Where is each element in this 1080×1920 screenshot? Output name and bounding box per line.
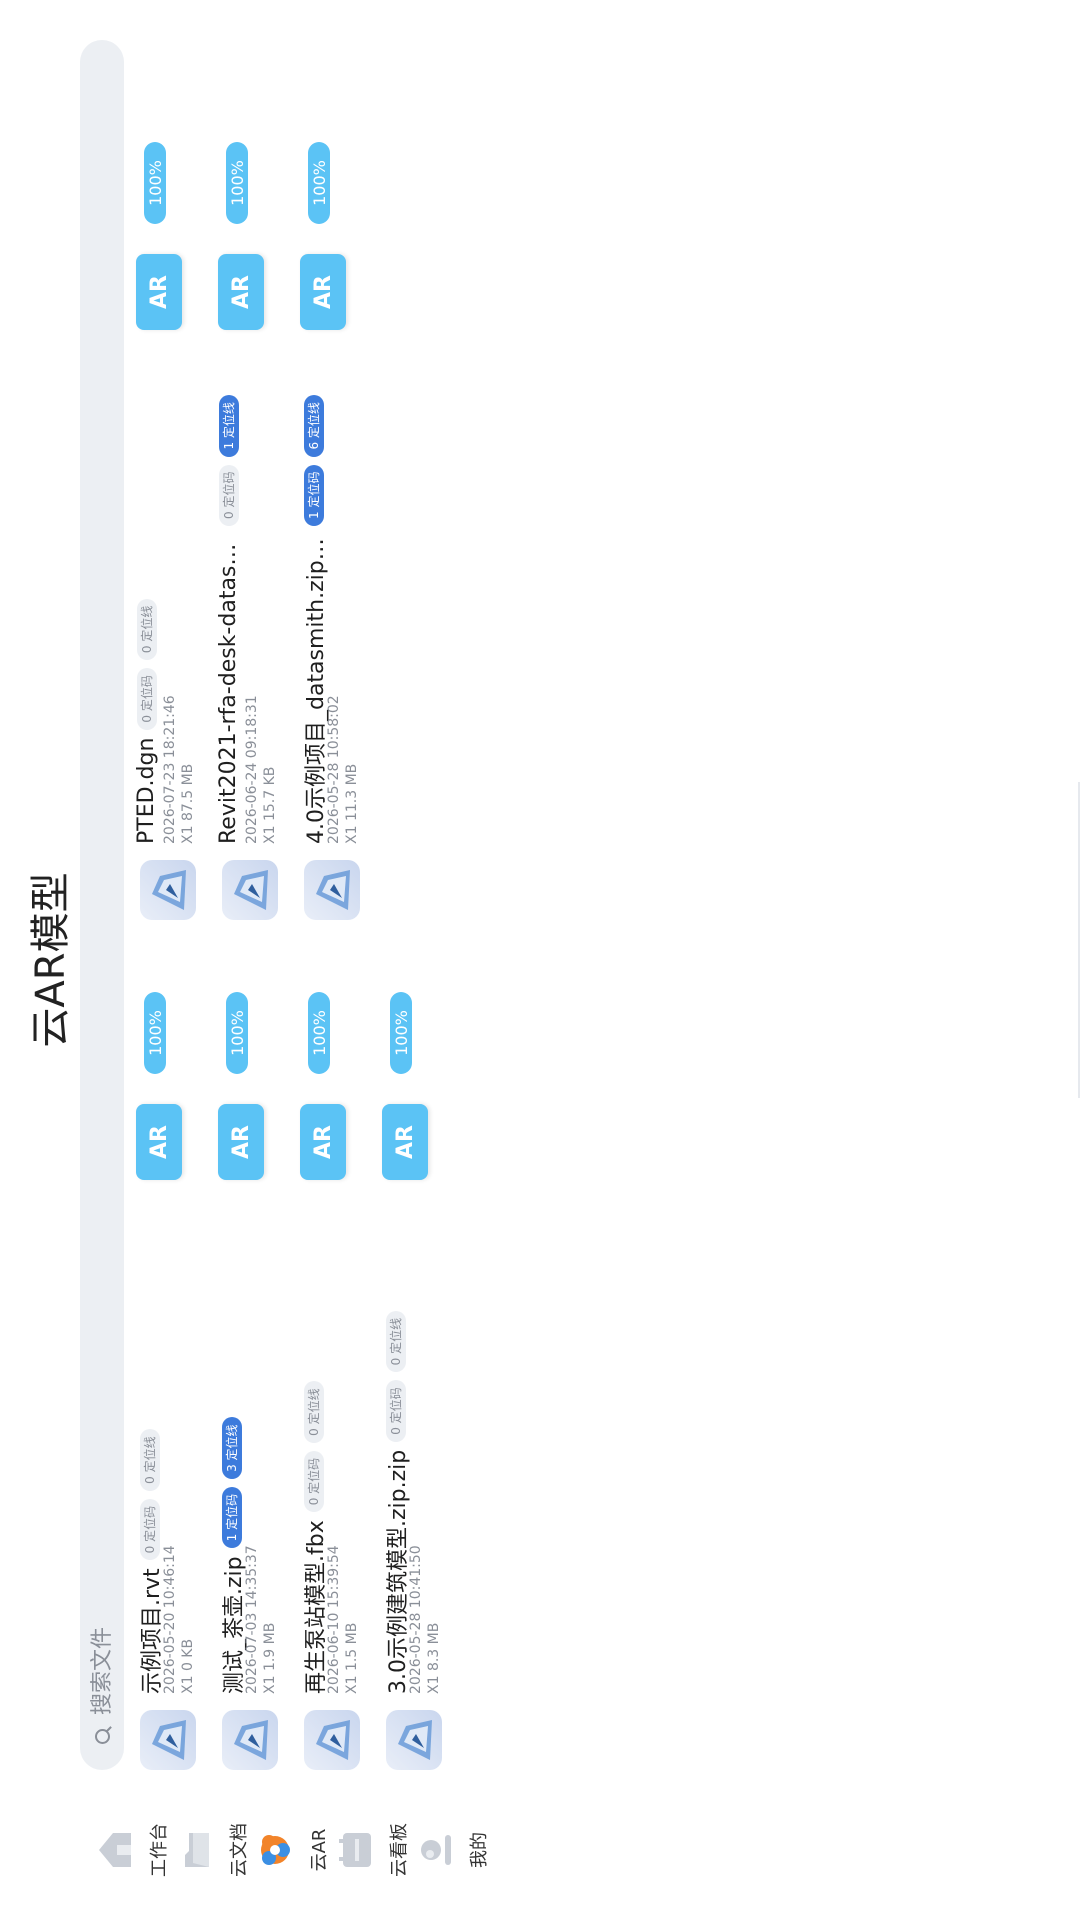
home-icon xyxy=(95,1827,135,1873)
file-size: X1 87.5 MB xyxy=(180,763,196,844)
folder-icon xyxy=(175,1827,215,1873)
location-code-badge: 1 定位码 xyxy=(222,1486,242,1549)
file-name: PTED.dgn xyxy=(134,737,159,844)
nav-label: 云看板 xyxy=(389,1823,410,1877)
location-code-badge: 0 定位码 xyxy=(136,668,157,730)
file-size: X1 1.9 MB xyxy=(262,1622,278,1694)
progress-badge: 100% xyxy=(226,992,248,1074)
ar-button[interactable]: AR xyxy=(136,254,182,330)
nav-label: 工作台 xyxy=(149,1823,170,1877)
file-row[interactable]: 测试_茶壶.zip 1 定位码 3 定位线 2026-07-03 14:35:3… xyxy=(212,950,282,1770)
location-code-badge: 0 定位码 xyxy=(218,464,239,526)
page-title: 云AR模型 xyxy=(28,872,74,1048)
model-thumbnail xyxy=(222,1710,278,1770)
location-line-badge: 0 定位线 xyxy=(140,1429,160,1491)
nav-item-workbench[interactable]: 工作台 xyxy=(95,1810,171,1890)
file-size: X1 15.7 KB xyxy=(262,766,278,844)
app-screen: 云AR模型 示例项目.rvt 0 定位码 0 定位线 2026-05-20 10… xyxy=(0,0,1080,1920)
location-line-badge: 0 定位线 xyxy=(136,598,157,661)
file-date: 2026-07-03 14:35:37 xyxy=(244,1545,260,1694)
progress-badge: 100% xyxy=(390,992,412,1074)
file-row[interactable]: 示例项目.rvt 0 定位码 0 定位线 2026-05-20 10:46:14… xyxy=(130,950,200,1770)
location-code-badge: 1 定位码 xyxy=(304,464,324,526)
nav-label: 云AR xyxy=(309,1828,330,1872)
location-code-badge: 0 定位码 xyxy=(304,1450,324,1513)
model-thumbnail xyxy=(140,1710,196,1770)
ar-button[interactable]: AR xyxy=(382,1104,428,1180)
model-thumbnail xyxy=(304,860,360,920)
model-thumbnail xyxy=(140,860,196,920)
nav-item-cloud-docs[interactable]: 云文档 xyxy=(175,1810,251,1890)
model-thumbnail xyxy=(386,1710,442,1770)
ar-button[interactable]: AR xyxy=(300,254,346,330)
search-input[interactable] xyxy=(88,1313,116,1717)
file-row[interactable]: 再生泵站模型.fbx 0 定位码 0 定位线 2026-06-10 15:39:… xyxy=(294,950,364,1770)
location-line-badge: 1 定位线 xyxy=(218,395,239,457)
profile-icon xyxy=(415,1827,455,1873)
progress-badge: 100% xyxy=(144,142,166,224)
progress-badge: 100% xyxy=(308,992,330,1074)
location-line-badge: 3 定位线 xyxy=(222,1417,242,1479)
location-line-badge: 0 定位线 xyxy=(386,1310,406,1373)
file-date: 2026-05-28 10:58:02 xyxy=(326,695,342,844)
ar-button[interactable]: AR xyxy=(218,1104,264,1180)
file-row[interactable]: 4.0示例项目_datasmith.zip.zip 1 定位码 6 定位线 20… xyxy=(294,100,364,920)
ar-button[interactable]: AR xyxy=(218,254,264,330)
file-name: Revit2021-rfa-desk-datasmith.… xyxy=(216,534,241,844)
nav-label: 云文档 xyxy=(229,1823,250,1877)
file-row[interactable]: PTED.dgn 0 定位码 0 定位线 2026-07-23 18:21:46… xyxy=(130,100,200,920)
file-date: 2026-05-20 10:46:14 xyxy=(162,1545,178,1694)
progress-badge: 100% xyxy=(226,142,248,224)
file-date: 2026-06-24 09:18:31 xyxy=(244,695,260,844)
model-thumbnail xyxy=(222,860,278,920)
progress-badge: 100% xyxy=(144,992,166,1074)
nav-item-profile[interactable]: 我的 xyxy=(415,1810,491,1890)
file-row[interactable]: Revit2021-rfa-desk-datasmith.… 0 定位码 1 定… xyxy=(212,100,282,920)
file-date: 2026-07-23 18:21:46 xyxy=(162,695,178,844)
location-line-badge: 6 定位线 xyxy=(304,395,324,457)
location-code-badge: 0 定位码 xyxy=(386,1380,406,1442)
cloud-ar-icon xyxy=(255,1827,295,1873)
dashboard-icon xyxy=(335,1827,375,1873)
progress-badge: 100% xyxy=(308,142,330,224)
search-bar[interactable] xyxy=(80,40,124,1770)
file-row[interactable]: 3.0示例建筑模型.zip.zip 0 定位码 0 定位线 2026-05-28… xyxy=(376,950,446,1770)
ar-button[interactable]: AR xyxy=(300,1104,346,1180)
file-size: X1 8.3 MB xyxy=(426,1622,442,1694)
nav-item-cloud-dashboard[interactable]: 云看板 xyxy=(335,1810,411,1890)
search-icon xyxy=(94,1729,110,1744)
file-size: X1 0 KB xyxy=(180,1638,196,1694)
file-size: X1 11.3 MB xyxy=(344,763,360,844)
location-line-badge: 0 定位线 xyxy=(304,1381,324,1443)
location-code-badge: 0 定位码 xyxy=(140,1498,160,1561)
ar-button[interactable]: AR xyxy=(136,1104,182,1180)
file-size: X1 1.5 MB xyxy=(344,1622,360,1694)
nav-label: 我的 xyxy=(469,1832,490,1868)
model-thumbnail xyxy=(304,1710,360,1770)
file-date: 2026-06-10 15:39:54 xyxy=(326,1545,342,1694)
file-date: 2026-05-28 10:41:50 xyxy=(408,1545,424,1694)
nav-item-cloud-ar[interactable]: 云AR xyxy=(255,1810,331,1890)
